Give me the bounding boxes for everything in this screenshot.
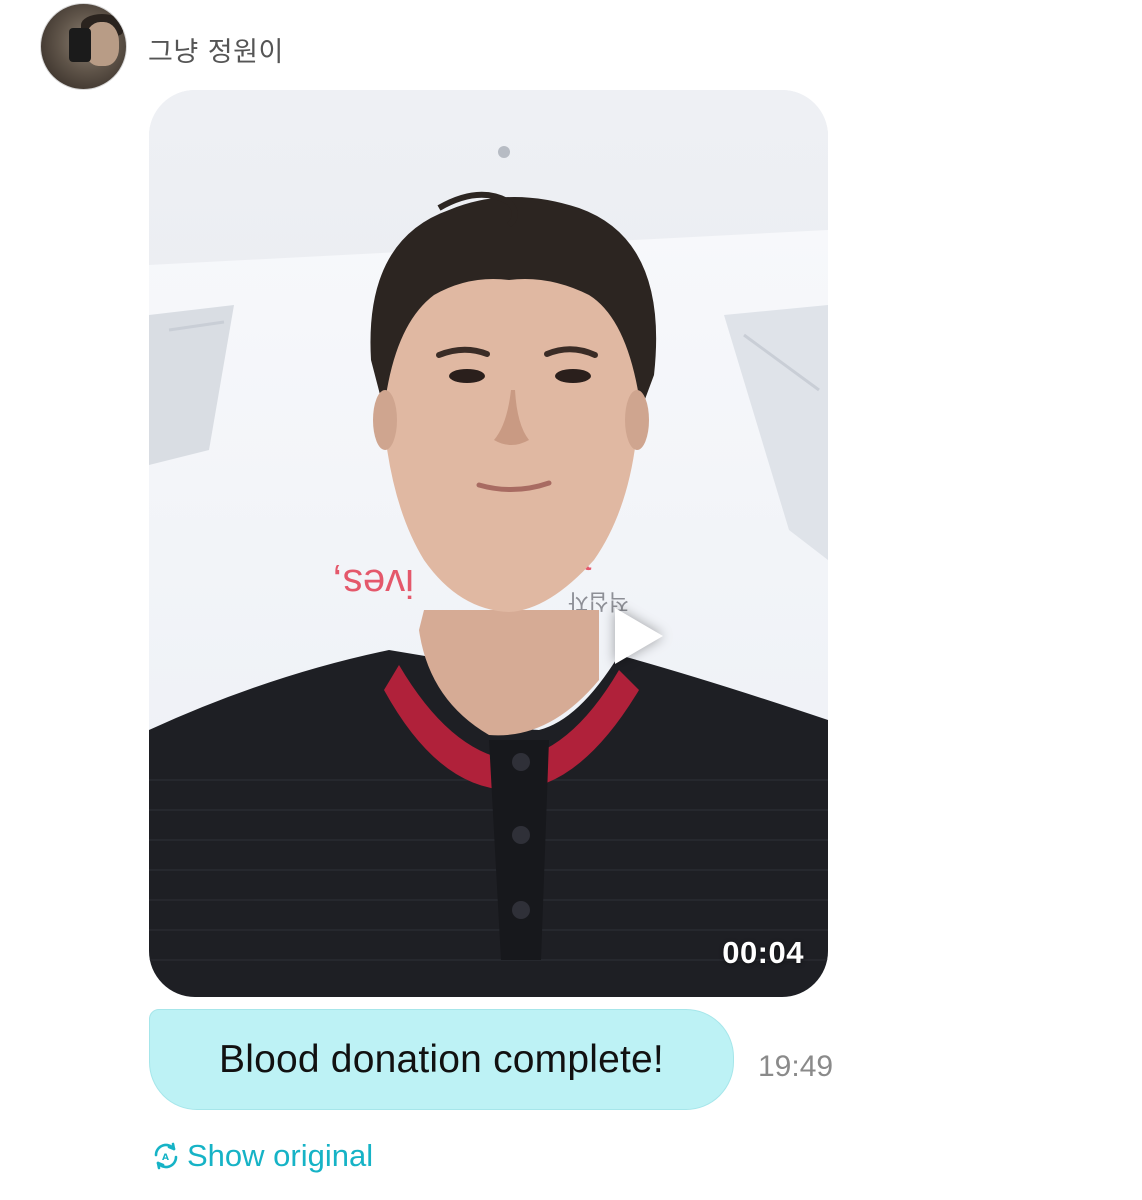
avatar[interactable] [40, 3, 127, 90]
show-original-link[interactable]: A Show original [151, 1138, 373, 1174]
show-original-label: Show original [187, 1138, 374, 1173]
sender-name: 그냥 정원이 [148, 37, 284, 68]
translate-icon: A [154, 1142, 178, 1170]
message-bubble[interactable]: Blood donation complete! [149, 1009, 734, 1110]
video-thumbnail: Sa ives, 적십자 [149, 90, 828, 997]
message-text: Blood donation complete! [219, 1037, 664, 1081]
avatar-phone [69, 28, 91, 62]
video-duration: 00:04 [722, 935, 804, 970]
play-icon[interactable] [615, 608, 663, 664]
message-time: 19:49 [758, 1050, 834, 1083]
video-message[interactable]: Sa ives, 적십자 [149, 90, 828, 997]
sign-text-mirrored: ives, [332, 561, 414, 605]
chat-screen: 그냥 정원이 Sa [0, 0, 1142, 1200]
svg-text:A: A [162, 1153, 169, 1163]
